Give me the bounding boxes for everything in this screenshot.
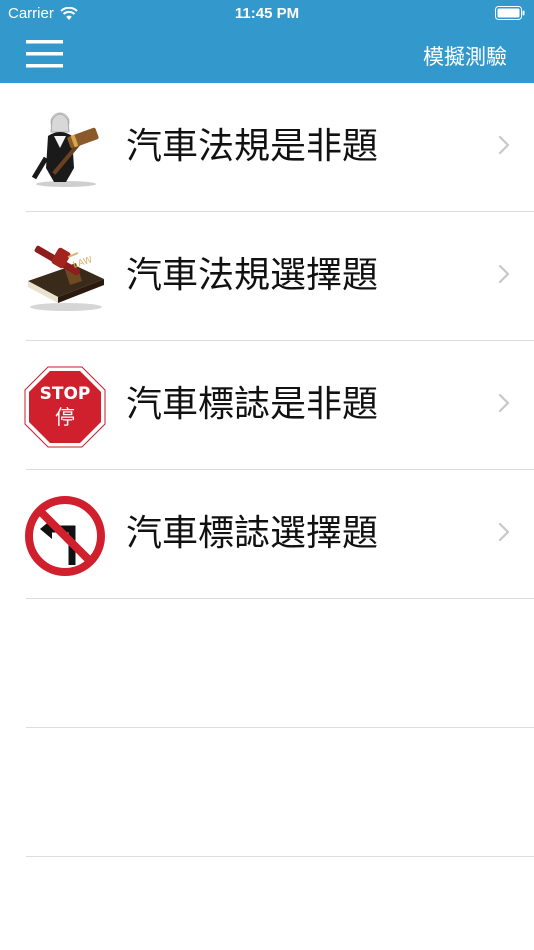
item-label: 汽車法規選擇題 bbox=[126, 255, 379, 296]
stop-sign-icon: STOP 停 bbox=[24, 366, 106, 448]
header: Carrier 11:45 PM 模擬測驗 bbox=[0, 0, 534, 83]
battery-full-icon bbox=[495, 6, 525, 20]
chevron-right-icon bbox=[498, 522, 510, 542]
chevron-right-icon bbox=[498, 264, 510, 284]
item-label: 汽車標誌選擇題 bbox=[126, 513, 379, 554]
nav-title: 模擬測驗 bbox=[423, 45, 507, 69]
clock: 11:45 PM bbox=[234, 5, 300, 22]
list-item[interactable]: 汽車標誌選擇題 bbox=[0, 470, 534, 599]
svg-text:STOP: STOP bbox=[40, 384, 91, 404]
svg-text:停: 停 bbox=[55, 405, 75, 429]
chevron-right-icon bbox=[498, 135, 510, 155]
judge-gavel-icon bbox=[31, 112, 99, 187]
empty-list-row bbox=[0, 599, 534, 728]
hamburger-menu-icon[interactable] bbox=[26, 40, 63, 68]
item-label: 汽車標誌是非題 bbox=[126, 384, 379, 425]
svg-text:LAW: LAW bbox=[72, 255, 94, 271]
list-item[interactable]: LAW 汽車法規選擇題 bbox=[0, 212, 534, 341]
no-left-turn-sign-icon bbox=[25, 496, 105, 576]
list-item[interactable]: STOP 停 汽車標誌是非題 bbox=[0, 341, 534, 470]
empty-list-row bbox=[0, 728, 534, 857]
chevron-right-icon bbox=[498, 393, 510, 413]
item-label: 汽車法規是非題 bbox=[126, 126, 379, 167]
list-item[interactable]: 汽車法規是非題 bbox=[0, 83, 534, 212]
quiz-list: 汽車法規是非題 LAW 汽車法規選擇題 STOP 停 汽車標誌是非題 汽車標誌選… bbox=[0, 83, 534, 857]
law-book-gavel-icon: LAW bbox=[28, 245, 104, 311]
navigation-bar: 模擬測驗 bbox=[0, 28, 534, 83]
status-bar: Carrier 11:45 PM bbox=[0, 0, 534, 28]
